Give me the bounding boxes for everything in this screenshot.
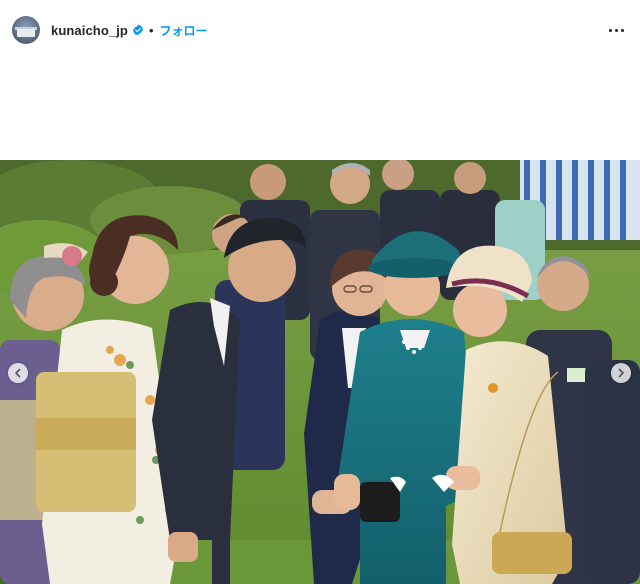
more-options-icon <box>608 28 612 32</box>
garden-party-photo <box>0 160 640 584</box>
follow-button[interactable]: フォロー <box>160 22 208 39</box>
verified-badge-icon <box>133 24 143 36</box>
more-options-button[interactable] <box>604 18 628 42</box>
avatar[interactable] <box>12 16 40 44</box>
carousel-next-button[interactable] <box>611 363 631 383</box>
chevron-left-icon <box>15 368 21 378</box>
post-header: kunaicho_jp • フォロー <box>0 0 640 60</box>
username[interactable]: kunaicho_jp <box>51 23 128 38</box>
separator-dot: • <box>148 22 154 38</box>
post-photo[interactable] <box>0 160 640 584</box>
chevron-right-icon <box>618 368 624 378</box>
carousel-prev-button[interactable] <box>8 363 28 383</box>
